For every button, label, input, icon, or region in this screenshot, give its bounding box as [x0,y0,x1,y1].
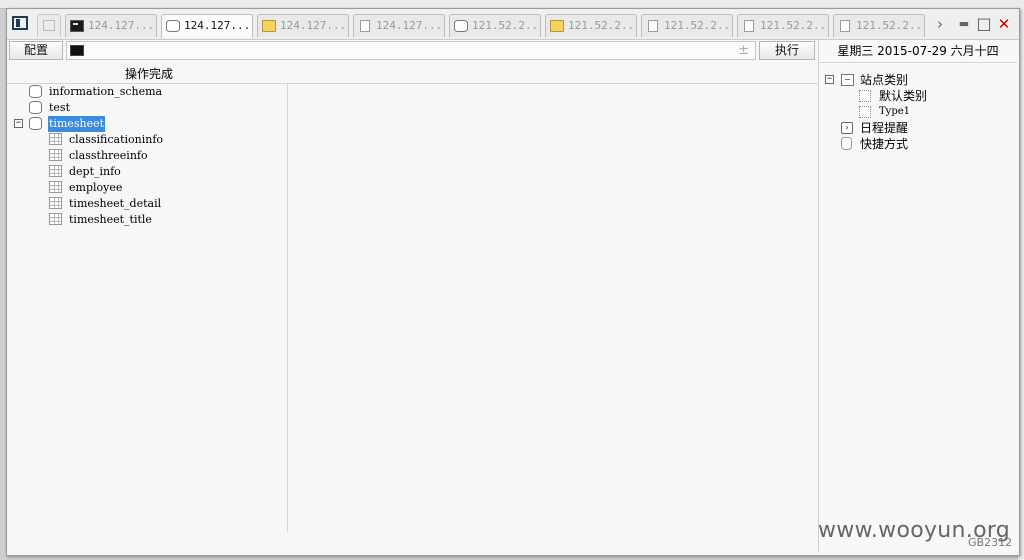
minimize-button[interactable]: ▬ [955,14,973,34]
execute-button[interactable]: 执行 [759,41,815,60]
database-icon [454,20,468,32]
right-sidebar: 星期三 2015-07-29 六月十四 − 站点类别 默认类别 Type1 › … [818,40,1017,552]
table-icon [49,133,62,145]
tab-6[interactable]: 121.52.2... [545,14,637,37]
table-icon [49,149,62,161]
database-icon [166,20,180,32]
add-option-icon[interactable]: ± [738,42,749,59]
terminal-icon [70,45,84,56]
tab-5[interactable]: 121.52.2... [449,14,541,37]
table-name: timesheet_detail [69,197,162,210]
tab-3[interactable]: 124.127.... [257,14,349,37]
tab-1[interactable]: 124.127.... [65,14,157,37]
table-name: employee [69,181,123,194]
terminal-icon [70,20,84,32]
tab-bar: 124.127.... 124.127.... 124.127.... 124.… [7,9,1019,40]
category-item-label: Type1 [879,106,911,117]
collapse-toggle-icon[interactable]: − [825,75,834,84]
database-name: information_schema [49,85,163,98]
shortcut-label: 快捷方式 [860,137,909,151]
tab-4[interactable]: 124.127.... [353,14,445,37]
close-button[interactable]: ✕ [995,14,1013,34]
database-icon [29,117,42,130]
file-icon [360,20,370,32]
tab-label: 121.52.2... [760,19,829,32]
table-icon [49,181,62,193]
tab-label: 124.127.... [88,19,157,32]
database-tree: information_schema test − timesheet clas… [7,84,288,532]
tab-7[interactable]: 121.52.2... [641,14,733,37]
table-name: dept_info [69,165,121,178]
tab-label: 121.52.2... [664,19,733,32]
table-name: timesheet_title [69,213,152,226]
app-window: 124.127.... 124.127.... 124.127.... 124.… [6,8,1020,556]
collapse-toggle-icon[interactable]: − [14,119,23,128]
table-icon [49,213,62,225]
table-icon [49,197,62,209]
tab-8[interactable]: 121.52.2... [737,14,829,37]
panel-toggle-icon[interactable] [12,16,28,30]
config-button[interactable]: 配置 [9,41,63,60]
tab-9[interactable]: 121.52.2... [833,14,925,37]
tab-label: 124.127.... [376,19,445,32]
category-item-label: 默认类别 [879,89,928,103]
file-icon [840,20,850,32]
blank-page-icon [43,20,55,31]
database-icon [29,101,42,114]
category-icon [841,74,854,86]
date-display: 星期三 2015-07-29 六月十四 [819,40,1017,63]
tabs-more-chevron-icon[interactable]: › [931,14,949,34]
calendar-reminder-icon: › [841,122,853,134]
status-bar: 操作完成 [7,63,818,84]
tab-label: 121.52.2... [568,19,637,32]
tab-label: 124.127.... [184,19,253,32]
tab-label: 121.52.2... [472,19,541,32]
tab-label: 124.127.... [280,19,349,32]
database-icon [29,85,42,98]
database-name-selected: timesheet [48,116,106,132]
table-name: classthreeinfo [69,149,148,162]
command-toolbar: 配置 ± 执行 [7,40,818,62]
blank-tab[interactable] [37,14,61,37]
result-area[interactable] [288,84,818,532]
file-icon [648,20,658,32]
folder-icon [262,20,276,32]
folder-icon [550,20,564,32]
tab-2[interactable]: 124.127.... [161,14,253,38]
tab-label: 121.52.2... [856,19,925,32]
category-item-icon [859,90,871,102]
database-name: test [49,101,70,114]
file-icon [744,20,754,32]
hand-pointer-icon [841,137,852,150]
status-message: 操作完成 [125,67,174,81]
reminder-label: 日程提醒 [860,121,909,135]
encoding-label: GB2312 [968,536,1013,549]
category-item-icon [859,106,871,118]
table-icon [49,165,62,177]
maximize-button[interactable]: □ [975,14,993,34]
table-name: classificationinfo [69,133,164,146]
site-categories-label: 站点类别 [860,73,909,87]
command-input[interactable]: ± [66,41,756,60]
